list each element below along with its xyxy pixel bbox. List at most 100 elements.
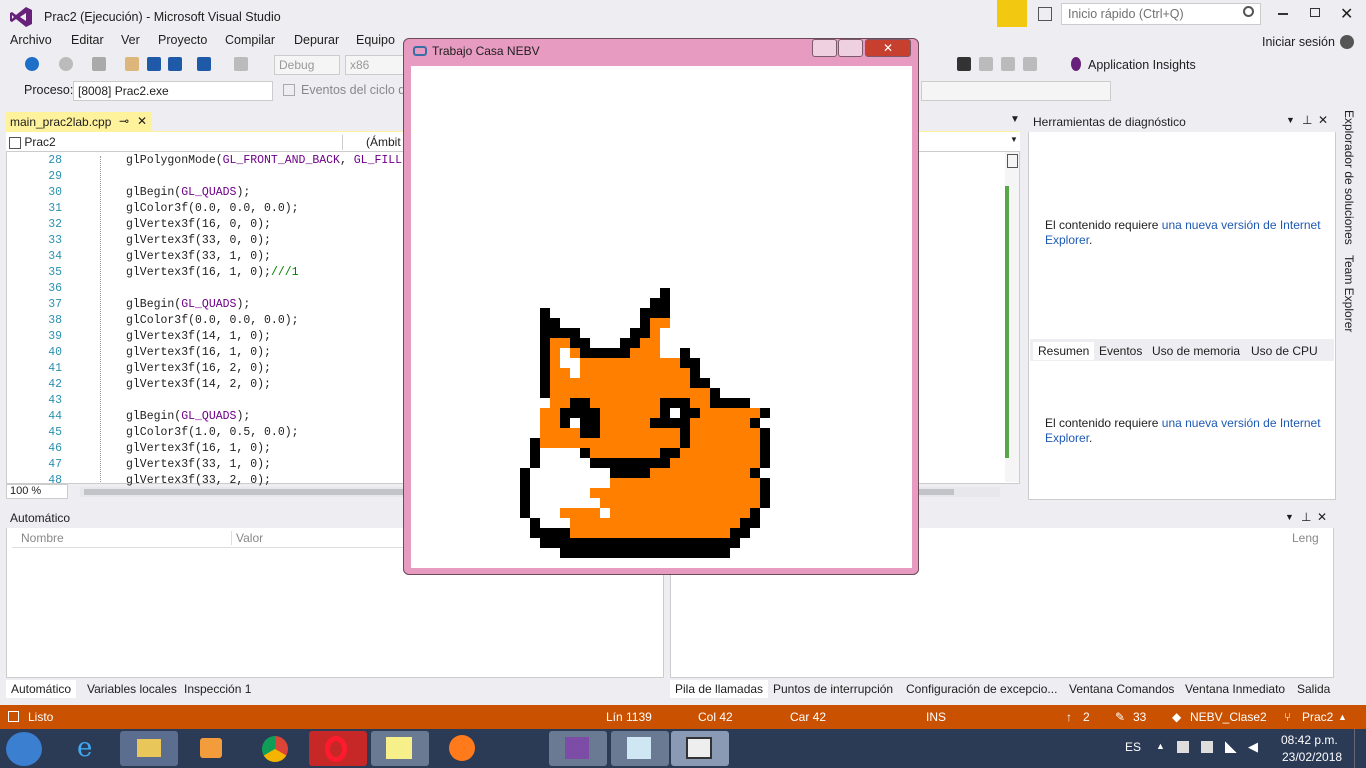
ie-update-link[interactable]: una nueva versión de Internet [1162,218,1321,232]
app-insights-button[interactable]: Application Insights [1088,58,1196,72]
lifecycle-events-icon[interactable] [283,84,295,96]
tab-config-excepciones[interactable]: Configuración de excepcio... [901,680,1062,698]
tab-ventana-comandos[interactable]: Ventana Comandos [1064,680,1179,698]
visual-studio-logo-icon [10,7,32,27]
panel-close-icon[interactable]: ✕ [1317,510,1327,524]
prev-bookmark-icon[interactable] [979,57,993,71]
status-unpublished[interactable]: 2 [1083,710,1090,724]
tab-overflow-icon[interactable]: ▼ [1010,114,1020,125]
process-select[interactable]: [8008] Prac2.exe [73,81,273,101]
account-icon[interactable] [1340,35,1354,49]
tab-salida[interactable]: Salida [1292,680,1335,698]
show-desktop-button[interactable] [1354,729,1366,768]
menu-proyecto[interactable]: Proyecto [158,33,207,47]
panel-dropdown-icon[interactable]: ▼ [1286,115,1295,125]
fox-pixel [640,428,650,438]
menu-ver[interactable]: Ver [121,33,140,47]
tab-inspeccion[interactable]: Inspección 1 [179,680,256,698]
status-changes[interactable]: 33 [1133,710,1146,724]
feedback-icon[interactable] [1038,7,1052,21]
tab-automatico[interactable]: Automático [6,680,77,698]
tab-pila-llamadas[interactable]: Pila de llamadas [670,680,769,698]
undo-icon[interactable] [197,57,211,71]
lifecycle-events-button[interactable]: Eventos del ciclo de [301,83,412,97]
tab-cpu[interactable]: Uso de CPU [1246,342,1323,360]
tab-variables-locales[interactable]: Variables locales [82,680,182,698]
network-icon[interactable] [1225,741,1237,753]
thread-select[interactable] [921,81,1111,101]
clock-date[interactable]: 23/02/2018 [1282,750,1342,764]
fox-pixel [600,398,610,408]
fox-pixel [670,538,680,548]
tray-device-icon[interactable] [1201,741,1213,753]
fox-pixel [660,338,670,348]
tab-close-icon[interactable]: ✕ [137,114,147,128]
panel-close-icon[interactable]: ✕ [1318,113,1328,127]
solution-explorer-tab[interactable]: Explorador de soluciones [1342,110,1356,245]
new-project-icon[interactable] [92,57,106,71]
glut-maximize-button[interactable] [838,39,863,57]
quick-launch-input[interactable]: Inicio rápido (Ctrl+Q) [1061,3,1261,25]
ie-update-link-2[interactable]: Explorer [1045,233,1089,247]
tab-memoria[interactable]: Uso de memoria [1147,342,1245,360]
tray-expand-icon[interactable]: ▲ [1156,741,1165,751]
ie-update-link[interactable]: una nueva versión de Internet [1162,416,1321,430]
sign-in-link[interactable]: Iniciar sesión [1262,35,1335,49]
start-button[interactable] [6,732,42,766]
clock-time[interactable]: 08:42 p.m. [1281,733,1338,747]
column-value[interactable]: Valor [231,531,263,545]
fox-pixel [570,478,580,488]
search-icon[interactable] [1243,6,1254,17]
volume-icon[interactable]: ◀ [1248,739,1258,755]
glut-canvas[interactable] [411,66,912,568]
bookmark-icon[interactable] [957,57,971,71]
pin-icon[interactable]: ⊸ [119,114,129,128]
back-icon[interactable] [25,57,39,71]
tab-ventana-inmediato[interactable]: Ventana Inmediato [1180,680,1290,698]
solution-config-select[interactable]: Debug [274,55,340,75]
fox-pixel [550,468,560,478]
zoom-select[interactable]: 100 % [6,484,68,499]
panel-dropdown-icon[interactable]: ▼ [1285,512,1294,522]
column-language[interactable]: Leng [1292,531,1319,545]
ie-update-link-2[interactable]: Explorer [1045,431,1089,445]
glut-minimize-button[interactable] [812,39,837,57]
split-icon[interactable] [1007,154,1018,168]
save-icon[interactable] [147,57,161,71]
fox-pixel [740,458,750,468]
tab-eventos[interactable]: Eventos [1094,342,1147,360]
team-explorer-tab[interactable]: Team Explorer [1342,255,1356,332]
panel-pin-icon[interactable]: ⊥ [1302,113,1312,127]
column-name[interactable]: Nombre [21,531,64,545]
save-all-icon[interactable] [168,57,182,71]
branch-up-icon[interactable]: ▲ [1338,712,1347,722]
menu-archivo[interactable]: Archivo [10,33,52,47]
menu-equipo[interactable]: Equipo [356,33,395,47]
menu-compilar[interactable]: Compilar [225,33,275,47]
redo-icon[interactable] [234,57,248,71]
scope-nav-select[interactable]: (Ámbit [366,135,401,149]
menu-editar[interactable]: Editar [71,33,104,47]
project-nav-select[interactable]: Prac2 [9,135,343,150]
close-button[interactable]: ✕ [1340,4,1353,24]
restore-button[interactable] [1310,8,1320,17]
status-repo[interactable]: NEBV_Clase2 [1190,710,1267,724]
platform-select[interactable]: x86 [345,55,405,75]
tab-puntos-interrupcion[interactable]: Puntos de interrupción [768,680,898,698]
notification-flag-icon[interactable] [997,0,1027,27]
next-bookmark-icon[interactable] [1001,57,1015,71]
app-insights-icon[interactable] [1071,57,1081,71]
tab-resumen[interactable]: Resumen [1033,342,1095,360]
tab-main-prac2lab[interactable]: main_prac2lab.cpp ⊸ ✕ [6,112,152,132]
minimize-button[interactable] [1278,13,1288,15]
clear-bookmarks-icon[interactable] [1023,57,1037,71]
status-branch[interactable]: Prac2 [1302,710,1333,724]
glut-close-button[interactable]: ✕ [865,39,911,57]
menu-depurar[interactable]: Depurar [294,33,339,47]
open-folder-icon[interactable] [125,57,139,71]
input-language[interactable]: ES [1125,740,1141,754]
member-nav-dropdown-icon[interactable]: ▼ [1010,135,1018,144]
tray-flag-icon[interactable] [1177,741,1189,753]
panel-pin-icon[interactable]: ⊥ [1301,510,1311,524]
forward-icon[interactable] [59,57,73,71]
